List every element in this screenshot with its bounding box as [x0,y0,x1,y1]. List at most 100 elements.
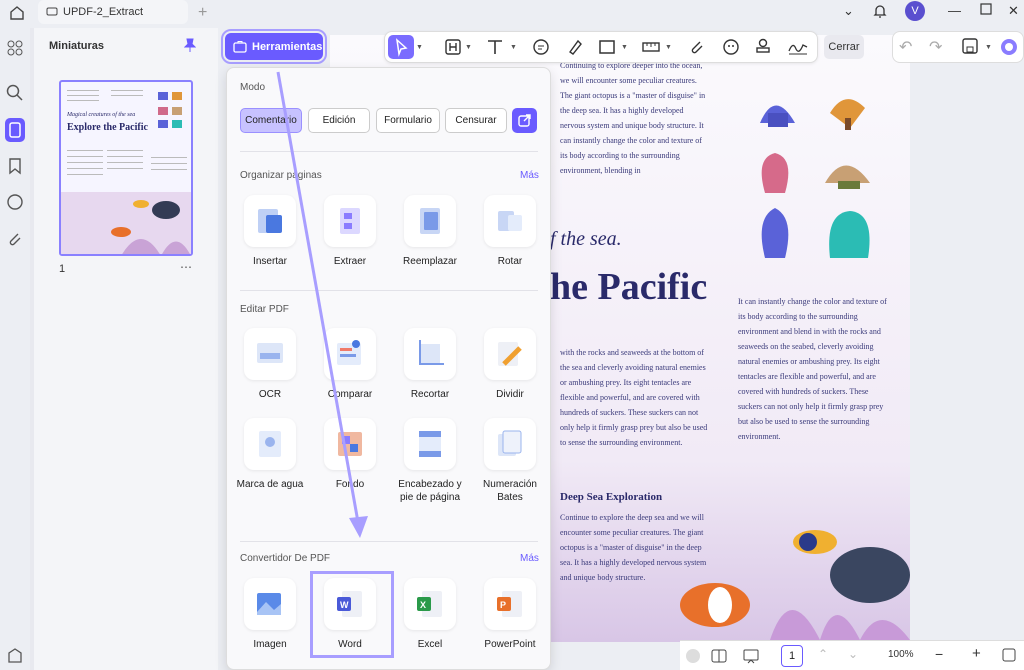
page-down-icon[interactable]: ⌄ [848,647,858,661]
background-icon [324,418,376,470]
replace-tool[interactable]: Reemplazar [395,195,465,268]
coral-illustrations [760,99,870,258]
bates-numbering-tool[interactable]: Numeración Bates [475,418,545,504]
powerpoint-file-icon: P [484,578,536,630]
convert-image-tool[interactable]: Imagen [235,578,305,651]
document-tab[interactable]: UPDF-2_Extract [38,0,188,24]
select-tool-icon[interactable] [388,35,414,59]
rotate-icon [484,195,536,247]
zoom-in-icon[interactable]: + [972,645,981,662]
svg-text:P: P [500,600,506,610]
attachment-tool-icon[interactable] [687,37,707,57]
insert-icon [244,195,296,247]
divider [240,290,538,291]
convert-powerpoint-tool[interactable]: P PowerPoint [475,578,545,651]
extract-icon [324,195,376,247]
briefcase-icon [233,41,247,53]
page-input[interactable]: 1 [781,645,803,667]
page-thumbnail[interactable]: Magical creatures of the sea Explore the… [59,80,193,256]
background-tool[interactable]: Fondo [315,418,385,491]
mode-edit-button[interactable]: Edición [308,108,370,133]
tool-label: Excel [417,639,443,650]
chevron-down-icon[interactable]: ▼ [510,44,517,51]
tool-label: Extraer [333,256,367,267]
chevron-down-icon[interactable]: ▼ [621,44,628,51]
converter-more-link[interactable]: Más [520,553,539,564]
word-highlight-box [310,571,394,658]
bookmark-icon[interactable] [5,156,25,176]
doc-paragraph-3: It can instantly change the color and te… [738,297,887,441]
avatar[interactable]: V [905,1,925,21]
crop-tool[interactable]: Recortar [395,328,465,401]
watermark-icon [244,418,296,470]
collapse-icon[interactable] [686,649,700,663]
home-icon[interactable] [8,4,28,24]
compare-tool[interactable]: Comparar [315,328,385,401]
save-icon[interactable] [961,37,981,57]
actual-size-icon[interactable] [1002,648,1016,667]
tools-button[interactable]: Herramientas [221,29,327,64]
ruler-tool-icon[interactable] [641,37,661,57]
tool-label: Marca de agua [236,479,304,490]
convert-excel-tool[interactable]: X Excel [395,578,465,651]
tool-label: Insertar [253,256,287,267]
pin-icon[interactable] [183,38,197,57]
comment-tool-icon[interactable] [531,37,551,57]
shape-tool-icon[interactable] [597,37,617,57]
more-icon[interactable]: ⋯ [180,260,192,274]
thumbnail-subtitle: Magical creatures of the sea [67,112,136,118]
divider [240,541,538,542]
text-tool-icon[interactable] [485,37,505,57]
stamp-tool-icon[interactable] [753,37,773,57]
tool-label: PowerPoint [484,639,536,650]
mode-form-button[interactable]: Formulario [376,108,440,133]
panel-title: Miniaturas [49,40,105,52]
close-button[interactable]: Cerrar [824,35,864,59]
apps-icon[interactable] [5,38,25,58]
split-tool[interactable]: Dividir [475,328,545,401]
signature-tool-icon[interactable] [787,37,808,57]
organize-heading: Organizar páginas [240,170,322,181]
add-tab-icon[interactable]: + [198,4,207,22]
close-icon[interactable]: ✕ [1008,3,1019,19]
search-icon[interactable] [5,83,25,103]
mode-comment-button[interactable]: Comentario [240,108,302,133]
thumbnail-sea-image [61,192,191,254]
ocr-tool[interactable]: OCR [235,328,305,401]
highlighter-tool-icon[interactable] [565,37,585,57]
ai-assistant-icon[interactable] [999,37,1019,57]
text-box-tool-icon[interactable] [443,37,463,57]
attachment-icon[interactable] [5,229,25,249]
zoom-out-icon[interactable]: − [935,646,943,662]
thumbnails-icon[interactable] [5,118,25,142]
rotate-tool[interactable]: Rotar [475,195,545,268]
chevron-down-icon[interactable]: ▼ [985,44,992,51]
minimize-icon[interactable]: — [948,3,961,18]
chevron-down-icon[interactable]: ▼ [465,44,472,51]
mode-redact-button[interactable]: Censurar [445,108,507,133]
maximize-icon[interactable] [980,3,992,18]
sticker-tool-icon[interactable] [721,37,741,57]
insert-tool[interactable]: Insertar [235,195,305,268]
presentation-icon[interactable] [742,647,760,670]
chevron-down-icon[interactable]: ⌄ [843,3,854,19]
bell-icon[interactable] [873,3,887,22]
undo-icon[interactable]: ↶ [899,37,919,57]
chevron-down-icon[interactable]: ▼ [416,44,423,51]
crop-icon [404,328,456,380]
comment-icon [46,7,58,16]
extract-tool[interactable]: Extraer [315,195,385,268]
watermark-tool[interactable]: Marca de agua [235,418,305,491]
redo-icon[interactable]: ↷ [929,37,949,57]
feedback-icon[interactable] [5,646,25,666]
tool-label: Fondo [335,479,365,490]
page-up-icon[interactable]: ⌃ [818,647,828,661]
organize-more-link[interactable]: Más [520,170,539,181]
zoom-level[interactable]: 100% [888,649,914,660]
external-open-icon[interactable] [512,108,537,133]
page-layout-icon[interactable] [710,647,728,670]
comments-icon[interactable] [5,192,25,212]
ocr-icon [244,328,296,380]
header-footer-tool[interactable]: Encabezado y pie de página [395,418,465,504]
chevron-down-icon[interactable]: ▼ [665,44,672,51]
